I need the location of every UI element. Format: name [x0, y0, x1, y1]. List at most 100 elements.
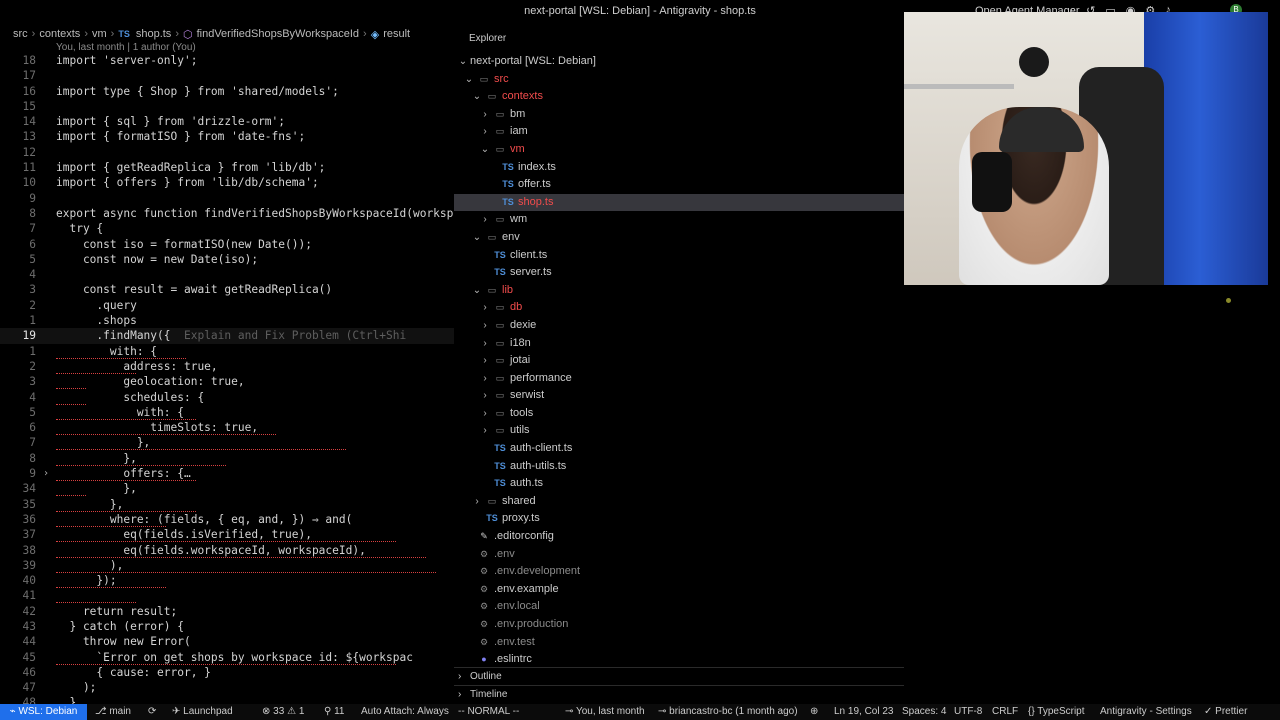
- tree-folder[interactable]: ⌄ ▭ env: [454, 229, 904, 247]
- code-line[interactable]: 3 const result = await getReadReplica(): [0, 282, 454, 297]
- tree-file[interactable]: ⚙ .env.example: [454, 581, 904, 599]
- code-line[interactable]: 6 const iso = formatISO(new Date());: [0, 237, 454, 252]
- code-line[interactable]: 41: [0, 588, 454, 604]
- code-lines[interactable]: 18 import 'server-only'; 17 16 import type {…: [0, 53, 454, 711]
- zoom-icon[interactable]: ⊕: [810, 704, 818, 720]
- line-ending[interactable]: CRLF: [992, 704, 1018, 720]
- tree-root[interactable]: ⌄ next-portal [WSL: Debian]: [454, 53, 904, 71]
- tree-file[interactable]: TS index.ts: [454, 159, 904, 177]
- author-status[interactable]: ⊸ briancastro-bc (1 month ago): [658, 704, 798, 720]
- code-line[interactable]: 16 import type { Shop } from 'shared/mode…: [0, 84, 454, 99]
- tree-file[interactable]: ✎ .editorconfig: [454, 528, 904, 546]
- tree-file[interactable]: ⚙ .env.test: [454, 634, 904, 652]
- tree-file[interactable]: TS auth-client.ts: [454, 440, 904, 458]
- tree-folder[interactable]: › ▭ performance: [454, 370, 904, 388]
- code-line[interactable]: 8 },: [0, 451, 454, 466]
- code-line[interactable]: 9: [0, 191, 454, 206]
- tree-folder[interactable]: › ▭ wm: [454, 211, 904, 229]
- code-line[interactable]: 6 timeSlots: true,: [0, 420, 454, 436]
- tree-folder[interactable]: ⌄ ▭ src: [454, 71, 904, 89]
- code-line[interactable]: 11 import { getReadReplica } from 'lib/db…: [0, 160, 454, 175]
- breadcrumb-src[interactable]: src: [13, 28, 28, 40]
- tree-folder[interactable]: › ▭ jotai: [454, 352, 904, 370]
- language-mode[interactable]: {} TypeScript: [1028, 704, 1085, 720]
- outline-section[interactable]: › Outline: [454, 667, 904, 686]
- code-line[interactable]: 5 with: {: [0, 405, 454, 420]
- tree-file[interactable]: TS server.ts: [454, 264, 904, 282]
- tree-folder[interactable]: › ▭ bm: [454, 106, 904, 124]
- code-line[interactable]: 13 import { formatISO } from 'date-fns';: [0, 129, 454, 144]
- blame-annotation[interactable]: You, last month | 1 author (You): [56, 42, 196, 53]
- breadcrumb-file[interactable]: shop.ts: [136, 28, 171, 40]
- breadcrumb-function[interactable]: findVerifiedShopsByWorkspaceId: [197, 28, 359, 40]
- branch-status[interactable]: ⎇ main: [95, 704, 131, 720]
- tree-folder[interactable]: › ▭ shared: [454, 493, 904, 511]
- timeline-section[interactable]: › Timeline: [454, 685, 904, 704]
- tree-folder[interactable]: ⌄ ▭ vm: [454, 141, 904, 159]
- tree-file[interactable]: TS auth-utils.ts: [454, 458, 904, 476]
- tree-file[interactable]: ⚙ .env.local: [454, 598, 904, 616]
- code-line[interactable]: 18 import 'server-only';: [0, 53, 454, 68]
- code-line[interactable]: 9 › offers: {…: [0, 466, 454, 482]
- tree-folder[interactable]: ⌄ ▭ lib: [454, 282, 904, 300]
- code-line[interactable]: 1 with: {: [0, 344, 454, 359]
- tree-file[interactable]: TS auth.ts: [454, 475, 904, 493]
- code-line[interactable]: 7 try {: [0, 221, 454, 236]
- settings-status[interactable]: Antigravity - Settings: [1100, 704, 1192, 720]
- code-line[interactable]: 19 .findMany({ Explain and Fix Problem (…: [0, 328, 454, 344]
- tree-file[interactable]: ⚙ .env.production: [454, 616, 904, 634]
- breadcrumb-vm[interactable]: vm: [92, 28, 107, 40]
- tree-folder[interactable]: ⌄ ▭ contexts: [454, 88, 904, 106]
- blame-status[interactable]: ⊸ You, last month: [565, 704, 645, 720]
- code-line[interactable]: 8 export async function findVerifiedShops…: [0, 206, 454, 221]
- code-line[interactable]: 42 return result;: [0, 604, 454, 619]
- code-line[interactable]: 4 schedules: {: [0, 390, 454, 405]
- tree-folder[interactable]: › ▭ db: [454, 299, 904, 317]
- launchpad-status[interactable]: ✈ Launchpad: [172, 704, 233, 720]
- code-line[interactable]: 36 where: (fields, { eq, and, }) ⇒ and(: [0, 512, 454, 527]
- tree-folder[interactable]: › ▭ tools: [454, 405, 904, 423]
- tree-folder[interactable]: › ▭ iam: [454, 123, 904, 141]
- indentation[interactable]: Spaces: 4: [902, 704, 946, 720]
- code-line[interactable]: 10 import { offers } from 'lib/db/schema'…: [0, 175, 454, 190]
- tree-folder[interactable]: › ▭ dexie: [454, 317, 904, 335]
- code-line[interactable]: 5 const now = new Date(iso);: [0, 252, 454, 267]
- cursor-position[interactable]: Ln 19, Col 23: [834, 704, 894, 720]
- code-line[interactable]: 2 address: true,: [0, 359, 454, 374]
- breadcrumb-variable[interactable]: result: [383, 28, 410, 40]
- remote-indicator[interactable]: ⌁ WSL: Debian: [0, 704, 87, 720]
- code-line[interactable]: 12: [0, 145, 454, 160]
- prettier-status[interactable]: ✓ Prettier: [1204, 704, 1247, 720]
- tree-file[interactable]: TS client.ts: [454, 247, 904, 265]
- code-line[interactable]: 14 import { sql } from 'drizzle-orm';: [0, 114, 454, 129]
- tree-file[interactable]: ⚙ .env.development: [454, 563, 904, 581]
- code-line[interactable]: 46 { cause: error, }: [0, 665, 454, 680]
- code-line[interactable]: 4: [0, 267, 454, 282]
- code-line[interactable]: 38 eq(fields.workspaceId, workspaceId),: [0, 543, 454, 558]
- code-line[interactable]: 43 } catch (error) {: [0, 619, 454, 634]
- problems-status[interactable]: ⊗ 33 ⚠ 1: [262, 704, 304, 720]
- fold-chevron-icon[interactable]: ›: [43, 466, 49, 481]
- tree-file[interactable]: TS proxy.ts: [454, 510, 904, 528]
- breadcrumb-contexts[interactable]: contexts: [39, 28, 80, 40]
- code-line[interactable]: 40 });: [0, 573, 454, 589]
- code-line[interactable]: 35 },: [0, 497, 454, 512]
- ghost-hint[interactable]: Explain and Fix Problem (Ctrl+Shi: [184, 329, 406, 342]
- code-line[interactable]: 17: [0, 68, 454, 83]
- encoding[interactable]: UTF-8: [954, 704, 982, 720]
- sync-icon[interactable]: ⟳: [148, 704, 156, 720]
- tree-folder[interactable]: › ▭ i18n: [454, 335, 904, 353]
- tree-folder[interactable]: › ▭ serwist: [454, 387, 904, 405]
- tree-file[interactable]: ⚙ .env: [454, 546, 904, 564]
- ports-status[interactable]: ⚲ 11: [324, 704, 345, 720]
- tree-folder[interactable]: › ▭ utils: [454, 422, 904, 440]
- code-line[interactable]: 7 },: [0, 435, 454, 451]
- auto-attach-status[interactable]: Auto Attach: Always: [361, 704, 449, 720]
- code-line[interactable]: 47 );: [0, 680, 454, 695]
- code-line[interactable]: 39 ),: [0, 558, 454, 573]
- code-line[interactable]: 44 throw new Error(: [0, 634, 454, 649]
- code-line[interactable]: 2 .query: [0, 298, 454, 313]
- code-line[interactable]: 3 geolocation: true,: [0, 374, 454, 390]
- code-line[interactable]: 45 `Error on get shops by workspace id: …: [0, 650, 454, 665]
- code-line[interactable]: 1 .shops: [0, 313, 454, 328]
